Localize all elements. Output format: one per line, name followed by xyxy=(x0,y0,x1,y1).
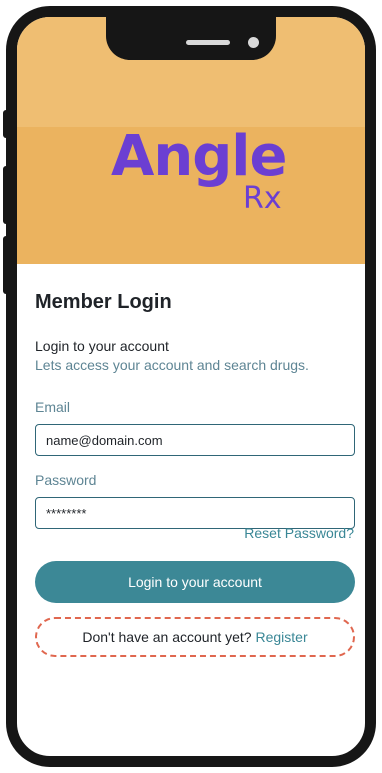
password-label: Password xyxy=(35,472,97,488)
email-label: Email xyxy=(35,399,71,415)
email-field[interactable] xyxy=(35,424,355,456)
logo-rx: Rx xyxy=(243,181,282,216)
logo-wordmark: Angle xyxy=(111,124,287,189)
register-prompt-box: Don't have an account yet? Register xyxy=(35,617,355,657)
register-prompt-text: Don't have an account yet? xyxy=(82,629,252,645)
angle-rx-logo: Angle Rx xyxy=(111,129,301,229)
front-camera xyxy=(248,37,259,48)
login-tagline: Lets access your account and search drug… xyxy=(35,357,309,373)
login-subtitle: Login to your account xyxy=(35,338,169,354)
speaker-grille xyxy=(186,40,230,45)
login-button[interactable]: Login to your account xyxy=(35,561,355,603)
reset-password-link[interactable]: Reset Password? xyxy=(244,525,354,541)
register-link[interactable]: Register xyxy=(255,629,307,645)
phone-frame: Angle Rx Member Login Login to your acco… xyxy=(6,6,376,767)
phone-notch xyxy=(106,17,276,60)
page-title: Member Login xyxy=(35,291,172,313)
